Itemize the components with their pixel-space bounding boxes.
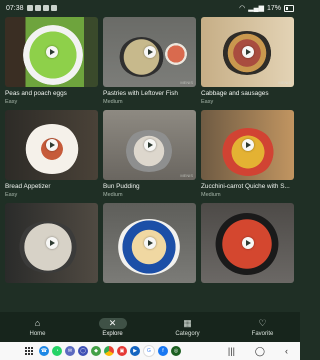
battery-text: 17% bbox=[266, 4, 281, 12]
nav-explore-label: Explore bbox=[102, 330, 123, 337]
recipe-title[interactable]: Cabbage and sausages bbox=[201, 90, 294, 97]
recipe-thumbnail[interactable] bbox=[5, 110, 98, 180]
green-app-icon[interactable]: ◆ bbox=[91, 346, 101, 356]
recipe-card[interactable]: MENIS Pastries with Leftover Fish Medium bbox=[103, 17, 196, 105]
recipe-card[interactable]: Bread Appetizer Easy bbox=[5, 110, 98, 198]
nav-category-label: Category bbox=[175, 330, 200, 337]
recipe-difficulty: Easy bbox=[5, 99, 18, 105]
play-icon[interactable] bbox=[45, 46, 58, 58]
system-navigation-buttons: ||| ◯ ‹ bbox=[228, 346, 288, 357]
play-icon[interactable] bbox=[143, 139, 156, 151]
status-bar: 07:38 ◠ ▂▄▆ 17% bbox=[0, 0, 300, 16]
recipe-thumbnail[interactable]: MENIS bbox=[103, 110, 196, 180]
category-icon: ▦ bbox=[183, 317, 192, 328]
recipe-card[interactable] bbox=[5, 203, 98, 283]
recipe-thumbnail[interactable] bbox=[201, 203, 294, 283]
home-icon: ⌂ bbox=[34, 318, 41, 328]
red-app-icon[interactable]: ▣ bbox=[117, 346, 127, 356]
status-time: 07:38 bbox=[6, 4, 24, 12]
signal-icon: ▂▄▆ bbox=[248, 5, 264, 12]
status-left: 07:38 bbox=[6, 5, 57, 12]
recipe-title[interactable]: Peas and poach eggs bbox=[5, 90, 98, 97]
recipe-thumbnail[interactable] bbox=[5, 203, 98, 283]
food-plate bbox=[165, 43, 187, 65]
recipe-difficulty: Medium bbox=[103, 192, 123, 198]
recipe-difficulty: Medium bbox=[201, 192, 221, 198]
recipe-title[interactable]: Bread Appetizer bbox=[5, 183, 98, 190]
google-app-icon[interactable]: G bbox=[143, 345, 155, 357]
recipe-card[interactable]: Peas and poach eggs Easy bbox=[5, 17, 98, 105]
recipe-difficulty: Easy bbox=[201, 99, 214, 105]
system-dock: ☎ ◔ ✉ ◯ ◆ ▣ ▶ G f ◎ ||| ◯ ‹ bbox=[0, 342, 300, 360]
recipe-grid: Peas and poach eggs Easy MENIS Pastries … bbox=[5, 17, 295, 283]
bottom-navigation: ⌂ Home ✕ Explore ▦ Category ♡ Favorite bbox=[0, 312, 300, 342]
pan bbox=[119, 37, 164, 77]
apps-grid-icon[interactable] bbox=[25, 347, 33, 355]
play-icon[interactable] bbox=[143, 237, 156, 249]
recipe-title[interactable]: Bun Pudding bbox=[103, 183, 196, 190]
nav-favorite[interactable]: ♡ Favorite bbox=[230, 318, 295, 337]
play-icon[interactable] bbox=[241, 139, 254, 151]
recipe-thumbnail[interactable] bbox=[5, 17, 98, 87]
watermark-label: MENIS bbox=[278, 80, 291, 85]
blue-app-icon[interactable]: ▶ bbox=[130, 346, 140, 356]
play-icon[interactable] bbox=[241, 237, 254, 249]
battery-icon bbox=[284, 4, 294, 12]
phone-app-icon[interactable]: ☎ bbox=[39, 346, 49, 356]
nav-home[interactable]: ⌂ Home bbox=[5, 318, 70, 337]
nav-favorite-label: Favorite bbox=[251, 330, 274, 337]
recipe-card[interactable]: MENIS Bun Pudding Medium bbox=[103, 110, 196, 198]
play-icon[interactable] bbox=[45, 139, 58, 151]
recipe-title[interactable]: Pastries with Leftover Fish bbox=[103, 90, 196, 97]
watermark-label: MENIS bbox=[180, 173, 193, 178]
nav-home-label: Home bbox=[29, 330, 46, 337]
recent-apps-icon[interactable]: ||| bbox=[228, 346, 235, 356]
nav-category[interactable]: ▦ Category bbox=[155, 318, 220, 337]
home-button-icon[interactable]: ◯ bbox=[255, 346, 265, 357]
recipe-card[interactable]: Zucchini-carrot Quiche with S... Medium bbox=[201, 110, 294, 198]
dark-green-app-icon[interactable]: ◎ bbox=[171, 346, 181, 356]
browser-app-icon[interactable]: ◯ bbox=[78, 346, 88, 356]
pot bbox=[123, 130, 175, 172]
recipe-thumbnail[interactable]: MENIS bbox=[103, 17, 196, 87]
play-icon[interactable] bbox=[143, 46, 156, 58]
chat-app-icon[interactable]: ✉ bbox=[65, 346, 75, 356]
notification-icon bbox=[50, 5, 57, 11]
notification-icon bbox=[42, 5, 49, 11]
facebook-app-icon[interactable]: f bbox=[158, 346, 168, 356]
recipe-thumbnail[interactable] bbox=[201, 110, 294, 180]
wifi-icon: ◠ bbox=[239, 5, 246, 12]
recipe-card[interactable] bbox=[201, 203, 294, 283]
whatsapp-app-icon[interactable]: ◔ bbox=[52, 346, 62, 356]
notification-icons bbox=[26, 5, 57, 11]
heart-icon: ♡ bbox=[258, 317, 267, 328]
quiche-dish bbox=[221, 128, 275, 176]
status-right: ◠ ▂▄▆ 17% bbox=[239, 4, 294, 12]
play-icon[interactable] bbox=[45, 237, 58, 249]
recipe-difficulty: Medium bbox=[103, 99, 123, 105]
recipe-thumbnail[interactable]: MENIS bbox=[201, 17, 294, 87]
recipe-difficulty: Easy bbox=[5, 192, 18, 198]
play-icon[interactable] bbox=[241, 46, 254, 58]
recipe-title[interactable]: Zucchini-carrot Quiche with S... bbox=[201, 183, 294, 190]
recipe-thumbnail[interactable] bbox=[103, 203, 196, 283]
back-icon[interactable]: ‹ bbox=[285, 346, 288, 356]
notification-icon bbox=[26, 5, 33, 11]
watermark-label: MENIS bbox=[180, 80, 193, 85]
notification-icon bbox=[34, 5, 41, 11]
nav-explore[interactable]: ✕ Explore bbox=[80, 317, 145, 337]
chrome-app-icon[interactable] bbox=[104, 346, 114, 356]
recipe-card[interactable] bbox=[103, 203, 196, 283]
explore-icon: ✕ bbox=[98, 317, 127, 329]
recipe-card[interactable]: MENIS Cabbage and sausages Easy bbox=[201, 17, 294, 105]
